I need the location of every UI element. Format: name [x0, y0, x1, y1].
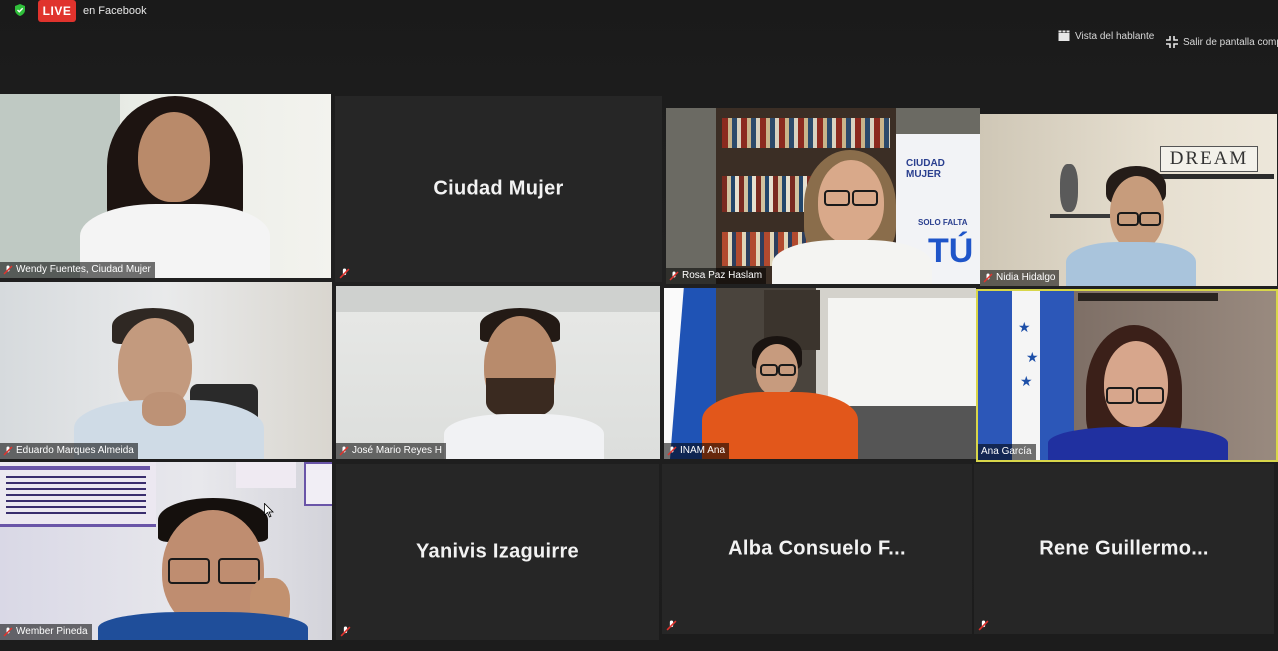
participant-name-label: Wendy Fuentes, Ciudad Mujer: [0, 262, 155, 278]
participant-video: ★ ★ ★: [978, 291, 1276, 460]
participant-name: Wember Pineda: [16, 626, 88, 637]
participant-name: Nidia Hidalgo: [996, 272, 1056, 283]
microphone-muted-icon: [669, 271, 679, 281]
participant-name: José Mario Reyes H: [352, 445, 443, 456]
microphone-muted-icon: [340, 626, 351, 637]
participant-name-label: Ana García: [978, 444, 1036, 460]
flag-star-icon: ★: [1026, 349, 1039, 365]
microphone-muted-icon: [667, 446, 677, 456]
participant-tile[interactable]: Wember Pineda: [0, 462, 332, 640]
participant-video: [0, 94, 331, 278]
banner-brand: CIUDAD MUJER: [906, 158, 945, 180]
participant-video: CIUDAD MUJER SOLO FALTA TÚ: [666, 108, 980, 284]
participant-name: Rene Guillermo...: [1039, 537, 1209, 560]
microphone-muted-icon: [978, 620, 989, 631]
participant-tile[interactable]: CIUDAD MUJER SOLO FALTA TÚ Rosa Paz Hasl…: [666, 108, 980, 284]
banner-slogan: SOLO FALTA: [918, 218, 968, 227]
participant-video: DREAM: [980, 114, 1277, 286]
participant-name-label: Wember Pineda: [0, 624, 92, 640]
exit-fullscreen-button[interactable]: Salir de pantalla comple: [1166, 36, 1278, 48]
exit-fullscreen-label: Salir de pantalla comple: [1183, 36, 1278, 48]
participant-name-label: Eduardo Marques Almeida: [0, 443, 138, 459]
speaker-view-button[interactable]: Vista del hablante: [1058, 30, 1154, 42]
participant-tile[interactable]: Wendy Fuentes, Ciudad Mujer: [0, 94, 331, 278]
participant-name-label: Rosa Paz Haslam: [666, 268, 767, 284]
participant-tile[interactable]: DREAM Nidia Hidalgo: [980, 114, 1277, 286]
participant-video: [336, 286, 660, 459]
participant-tile[interactable]: INAM Ana: [664, 288, 976, 459]
wall-sign: DREAM: [1160, 146, 1258, 172]
microphone-muted-icon: [666, 620, 677, 631]
participant-tile[interactable]: José Mario Reyes H: [336, 286, 660, 459]
microphone-muted-icon: [339, 446, 349, 456]
live-destination-label: en Facebook: [83, 5, 147, 17]
participant-tile[interactable]: Rene Guillermo...: [974, 464, 1274, 634]
exit-fullscreen-icon: [1166, 36, 1178, 48]
participant-name: Eduardo Marques Almeida: [16, 445, 134, 456]
flag-star-icon: ★: [1020, 373, 1033, 389]
participant-tile[interactable]: Yanivis Izaguirre: [336, 464, 659, 640]
participant-name: Alba Consuelo F...: [728, 537, 906, 560]
microphone-muted-icon: [3, 627, 13, 637]
participant-name: Ana García: [981, 446, 1032, 457]
participant-name: INAM Ana: [680, 445, 726, 456]
banner-big-text: TÚ: [928, 232, 974, 270]
microphone-muted-icon: [3, 446, 13, 456]
participant-name: Ciudad Mujer: [433, 177, 564, 200]
microphone-muted-icon: [339, 268, 350, 279]
participant-name: Rosa Paz Haslam: [682, 270, 763, 281]
participant-name-label: INAM Ana: [664, 443, 730, 459]
live-badge[interactable]: LIVE: [38, 0, 76, 22]
participant-tile-active-speaker[interactable]: ★ ★ ★ Ana García: [976, 289, 1278, 462]
participant-tile[interactable]: Eduardo Marques Almeida: [0, 282, 332, 459]
flag-star-icon: ★: [1018, 319, 1031, 335]
participant-video: [0, 282, 332, 459]
participant-tile[interactable]: Alba Consuelo F...: [662, 464, 972, 634]
microphone-muted-icon: [3, 265, 13, 275]
participant-name-label: Nidia Hidalgo: [980, 270, 1060, 286]
speaker-view-icon: [1058, 30, 1070, 41]
participant-name-label: José Mario Reyes H: [336, 443, 447, 459]
speaker-view-label: Vista del hablante: [1075, 30, 1155, 42]
microphone-muted-icon: [983, 273, 993, 283]
participant-tile[interactable]: Ciudad Mujer: [335, 96, 662, 282]
participant-name: Wendy Fuentes, Ciudad Mujer: [16, 264, 151, 275]
mouse-cursor-icon: [264, 503, 274, 518]
shield-check-icon[interactable]: [14, 4, 26, 16]
participant-video: [664, 288, 976, 459]
participant-name: Yanivis Izaguirre: [416, 540, 579, 563]
participant-video: [0, 462, 332, 640]
